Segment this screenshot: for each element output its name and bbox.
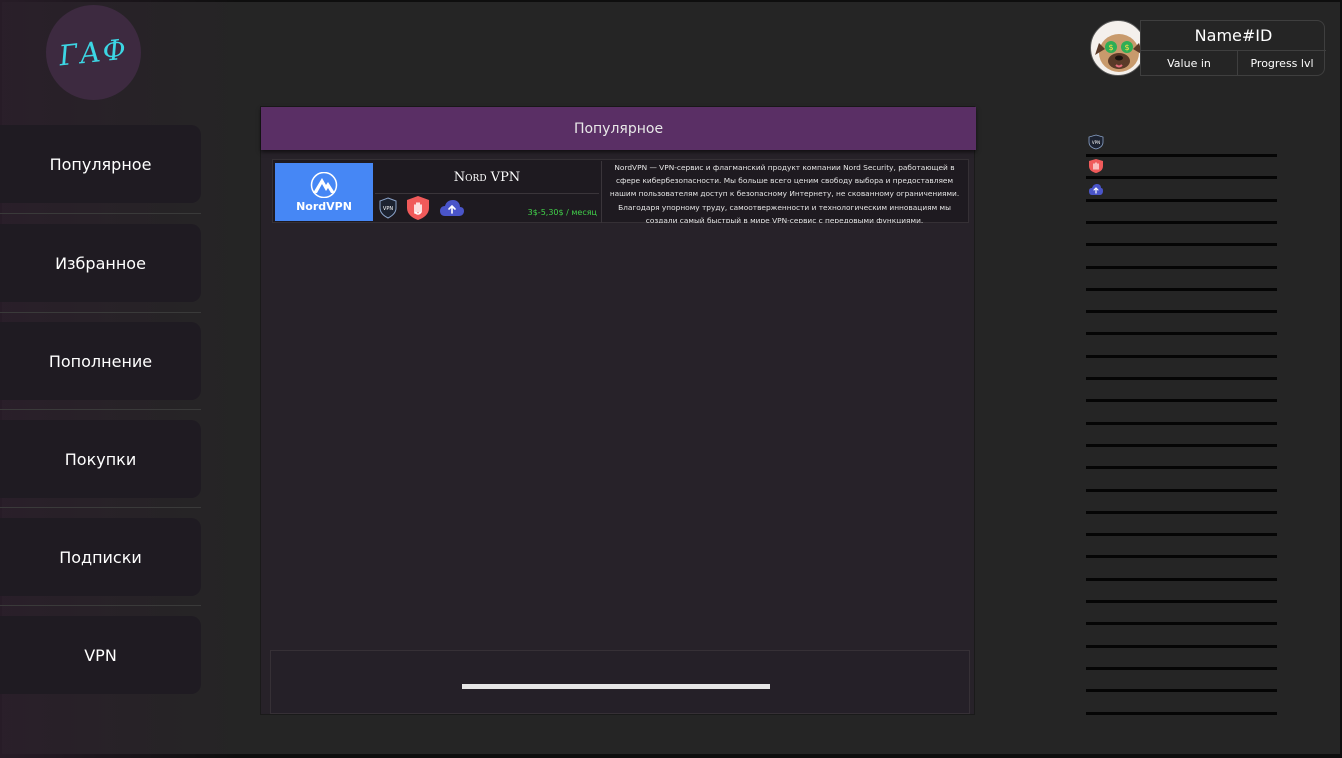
cloud-upload-icon[interactable] [1088, 182, 1104, 198]
nav-divider [0, 409, 201, 410]
product-card-nordvpn[interactable]: NordVPN Nord VPN VPN 3$-5,30$ / месяц No… [272, 159, 969, 223]
profile-widget: $ $ Name#ID Value in Progress lvl [1090, 20, 1326, 76]
nav-item-label: Популярное [49, 154, 152, 174]
sidebar-separator [1086, 622, 1277, 626]
nav-divider [0, 213, 201, 214]
nav-item-label: Подписки [59, 547, 142, 567]
sidebar-separator [1086, 332, 1277, 336]
profile-name[interactable]: Name#ID [1141, 21, 1326, 51]
sidebar-separator [1086, 488, 1277, 492]
panel-header: Популярное [261, 107, 976, 150]
sidebar-separator [1086, 220, 1277, 224]
card-feature-icons: VPN [379, 195, 465, 221]
nav-item-label: Избранное [55, 253, 146, 273]
nav-item-label: Покупки [64, 449, 137, 469]
nav-item-subscriptions[interactable]: Подписки [0, 518, 201, 596]
nav-item-label: Пополнение [48, 351, 153, 371]
vpn-badge-icon: VPN [379, 197, 397, 219]
svg-text:VPN: VPN [1092, 140, 1100, 145]
sidebar-separator [1086, 533, 1277, 537]
nav-item-favorites[interactable]: Избранное [0, 224, 201, 302]
nav-divider [0, 312, 201, 313]
svg-text:$: $ [1108, 43, 1113, 52]
sidebar-separator [1086, 265, 1277, 269]
pug-avatar-icon: $ $ [1095, 34, 1143, 72]
nordvpn-mountain-icon [310, 171, 338, 198]
sidebar-separator [1086, 198, 1277, 202]
nav-item-popular[interactable]: Популярное [0, 125, 201, 203]
sidebar-separator [1086, 443, 1277, 447]
app-logo[interactable]: ГАФ [46, 5, 141, 100]
nav-divider [0, 605, 201, 606]
nav-divider [0, 507, 201, 508]
sidebar-separator [1086, 354, 1277, 358]
nordvpn-logo-text: NordVPN [296, 199, 352, 213]
sidebar-separator [1086, 466, 1277, 470]
card-description: NordVPN — VPN-сервис и флагманский проду… [601, 161, 967, 223]
card-price: 3$-5,30$ / месяц [527, 208, 597, 217]
nordvpn-logo-image[interactable]: NordVPN [275, 163, 373, 221]
sidebar-separator [1086, 176, 1277, 180]
panel-title: Популярное [573, 120, 664, 137]
avatar[interactable]: $ $ [1090, 20, 1146, 76]
horizontal-scrollbar[interactable] [462, 684, 770, 689]
shield-hand-icon [407, 196, 429, 220]
sidebar-separator [1086, 287, 1277, 291]
main-panel: Популярное NordVPN Nord VPN VPN 3$-5,30$… [260, 106, 976, 715]
profile-value: Value in [1141, 50, 1238, 76]
nav-item-vpn[interactable]: VPN [0, 616, 201, 694]
sidebar-separator [1086, 644, 1277, 648]
sidebar-separator [1086, 510, 1277, 514]
svg-text:VPN: VPN [383, 206, 393, 212]
sidebar-separator [1086, 711, 1277, 715]
sidebar-separator [1086, 689, 1277, 693]
shield-hand-icon[interactable] [1088, 158, 1104, 174]
card-title[interactable]: Nord VPN [375, 161, 599, 194]
sidebar-separator [1086, 399, 1277, 403]
sidebar-separator [1086, 243, 1277, 247]
sidebar-separator [1086, 377, 1277, 380]
sidebar-separator [1086, 421, 1277, 425]
nav-item-purchases[interactable]: Покупки [0, 420, 201, 498]
vpn-badge-icon[interactable]: VPN [1088, 134, 1104, 150]
profile-progress: Progress lvl [1250, 56, 1314, 70]
sidebar-separator [1086, 555, 1277, 559]
svg-text:$: $ [1124, 43, 1129, 52]
profile-info: Name#ID Value in Progress lvl [1140, 20, 1326, 76]
sidebar-separator [1086, 600, 1277, 603]
sidebar-separator [1086, 310, 1277, 314]
sidebar-separator [1086, 154, 1277, 157]
sidebar-separator [1086, 577, 1277, 581]
sidebar-separator [1086, 666, 1277, 670]
nav-item-label: VPN [84, 645, 117, 665]
logo-text: ГАФ [57, 32, 130, 73]
cloud-upload-icon [440, 200, 464, 216]
nav-item-topup[interactable]: Пополнение [0, 322, 201, 400]
panel-footer [270, 650, 970, 714]
